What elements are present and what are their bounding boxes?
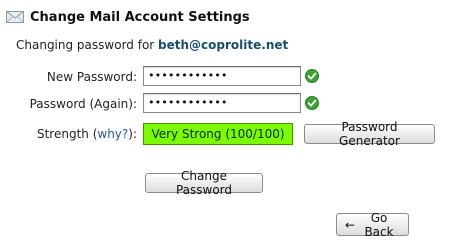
go-back-button[interactable]: ← Go Back	[336, 210, 409, 239]
page-header: Change Mail Account Settings	[6, 7, 250, 27]
valid-check-icon	[305, 69, 319, 83]
strength-meter: Very Strong (100/100)	[143, 123, 293, 145]
why-link[interactable]: why?	[97, 127, 128, 141]
account-email: beth@coprolite.net	[158, 38, 289, 52]
strength-value: Very Strong (100/100)	[151, 127, 285, 141]
change-password-button[interactable]: Change Password	[145, 169, 263, 197]
account-subtitle: Changing password for beth@coprolite.net	[16, 38, 288, 52]
new-password-input[interactable]: ••••••••••••	[143, 66, 301, 86]
valid-check-icon	[305, 96, 319, 110]
password-again-input[interactable]: ••••••••••••	[143, 93, 301, 113]
mail-envelope-icon	[6, 10, 24, 24]
back-arrow-icon: ←	[345, 217, 356, 232]
strength-label-suffix: ):	[128, 127, 137, 141]
new-password-label: New Password:	[46, 70, 137, 84]
strength-label-prefix: Strength (	[36, 127, 98, 141]
go-back-label: Go Back	[364, 210, 394, 239]
page-title: Change Mail Account Settings	[30, 9, 250, 25]
strength-label: Strength (why?):	[37, 127, 137, 141]
password-again-label: Password (Again):	[29, 97, 137, 111]
subtitle-prefix: Changing password for	[16, 38, 155, 52]
password-generator-button[interactable]: Password Generator	[304, 120, 435, 148]
